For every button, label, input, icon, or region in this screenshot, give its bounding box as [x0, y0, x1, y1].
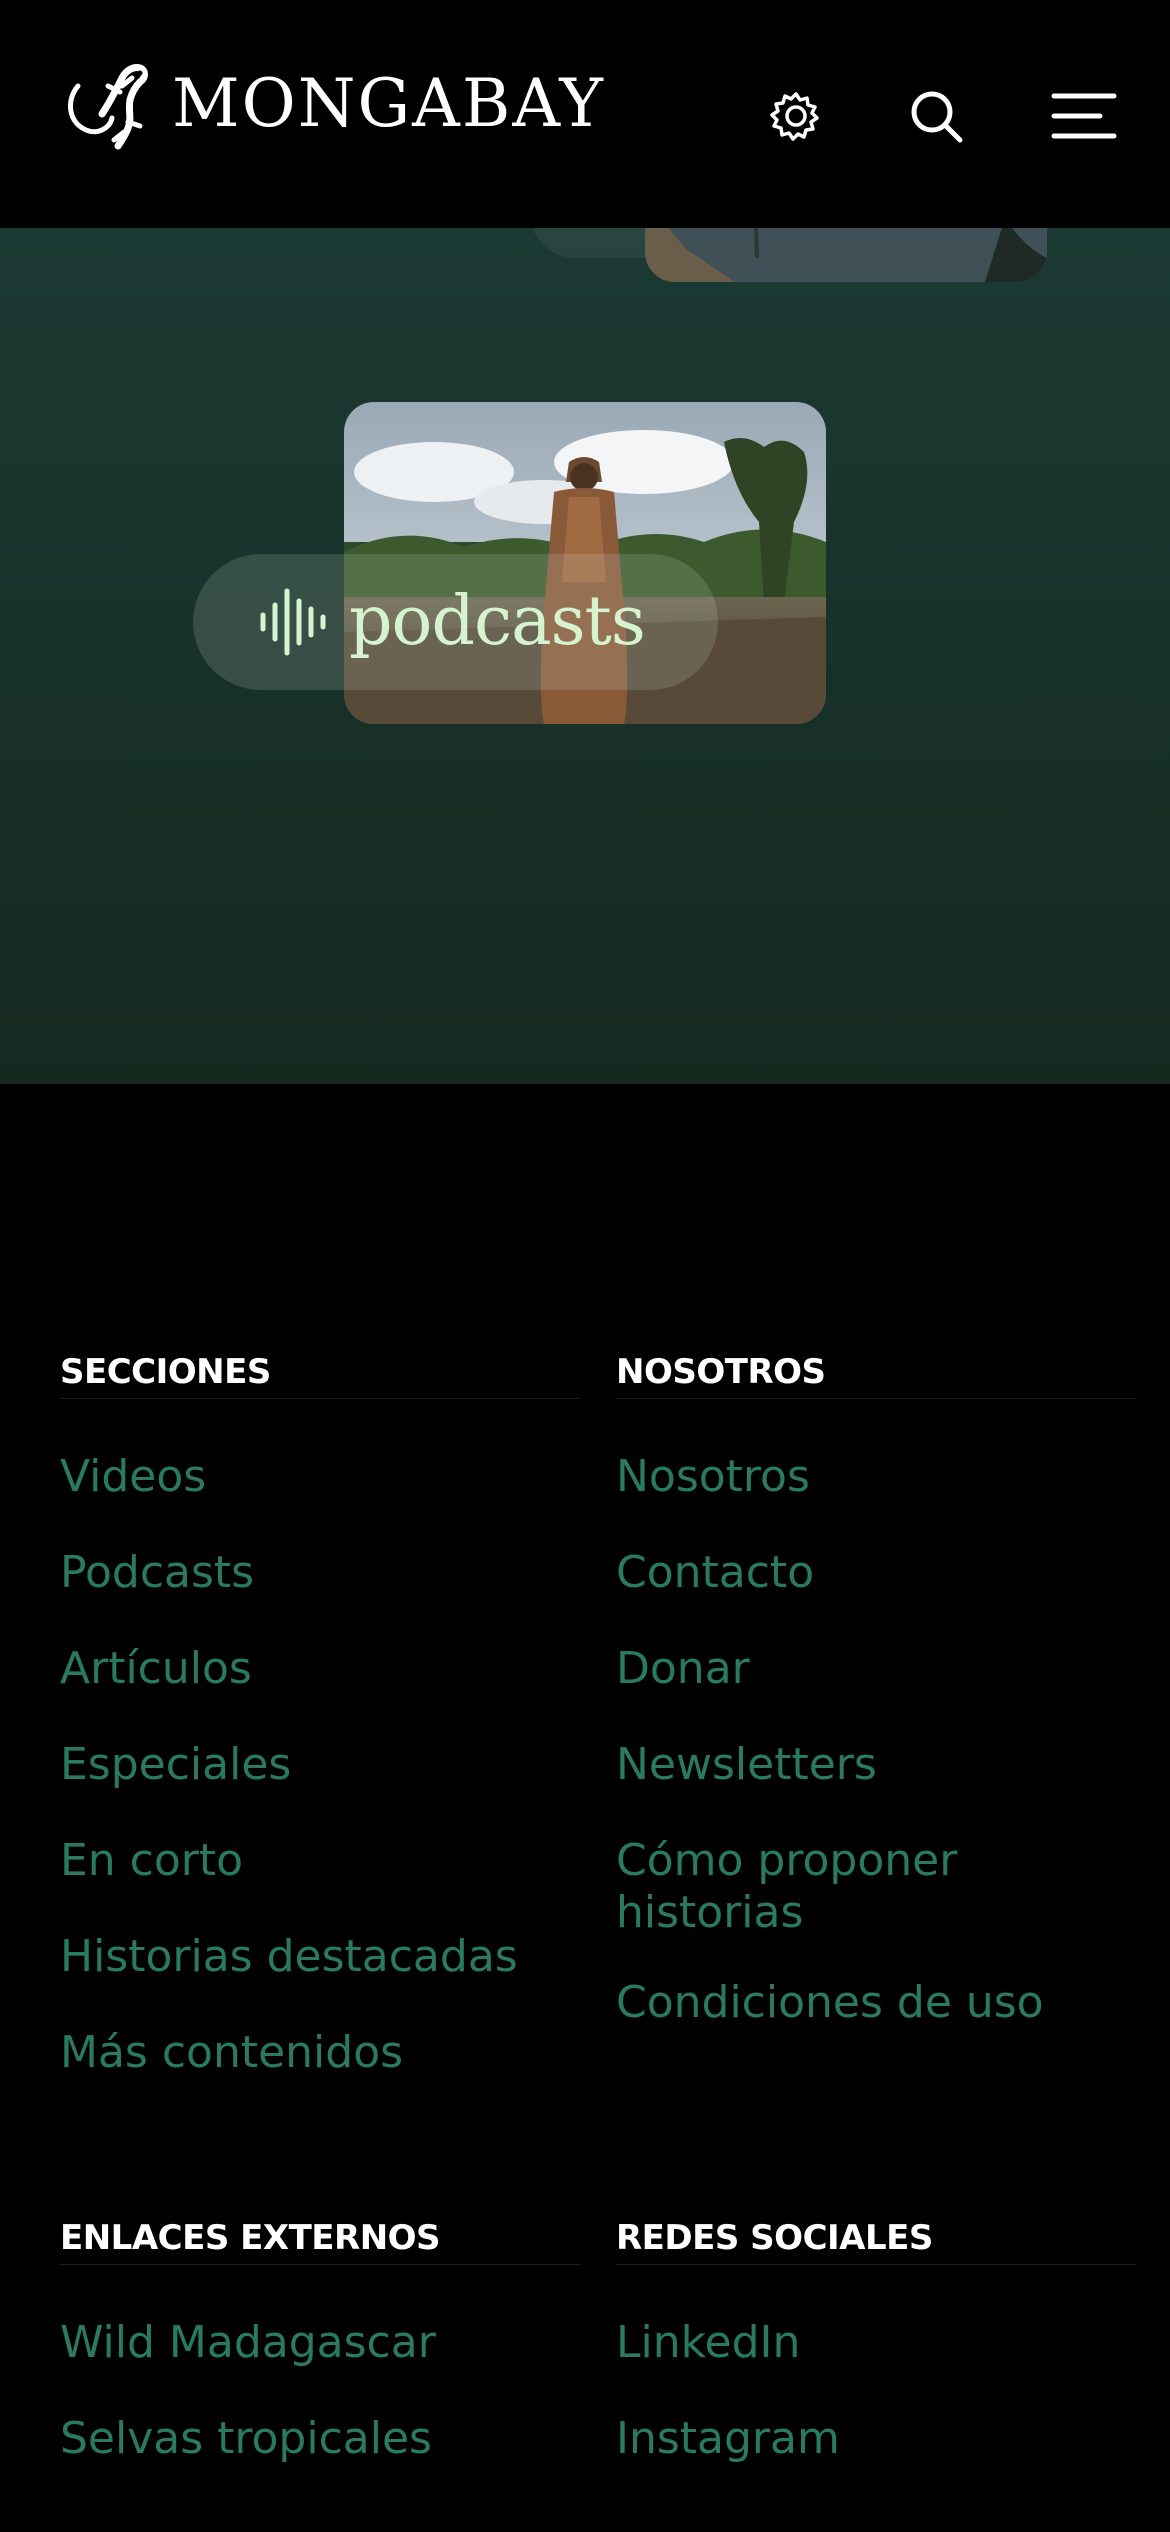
search-icon[interactable] — [904, 84, 968, 148]
sound-wave-icon — [260, 588, 326, 656]
footer-link-contacto[interactable]: Contacto — [616, 1547, 1136, 1599]
gear-icon[interactable] — [764, 84, 828, 148]
footer-link-donar[interactable]: Donar — [616, 1643, 1136, 1695]
footer-link-condiciones-de-uso[interactable]: Condiciones de uso — [616, 1977, 1136, 2029]
footer-link-podcasts[interactable]: Podcasts — [60, 1547, 580, 1599]
section-heading: REDES SOCIALES — [616, 2212, 1136, 2265]
section-heading: NOSOTROS — [616, 1346, 1136, 1399]
hamburger-menu-icon[interactable] — [1050, 84, 1118, 148]
footer-link-articulos[interactable]: Artículos — [60, 1643, 580, 1695]
section-heading: SECCIONES — [60, 1346, 580, 1399]
site-header: MONGABAY — [0, 0, 1170, 228]
podcasts-badge[interactable]: podcasts — [193, 554, 718, 690]
hero-section: podcasts — [0, 228, 1170, 1084]
footer-link-en-corto[interactable]: En corto — [60, 1835, 580, 1887]
footer-column-nosotros: NOSOTROS Nosotros Contacto Donar Newslet… — [616, 1346, 1136, 2073]
footer-column-enlaces-externos: ENLACES EXTERNOS Wild Madagascar Selvas … — [60, 2212, 580, 2509]
footer-link-videos[interactable]: Videos — [60, 1451, 580, 1503]
footer-link-especiales[interactable]: Especiales — [60, 1739, 580, 1791]
footer-link-newsletters[interactable]: Newsletters — [616, 1739, 1136, 1791]
footer-column-redes-sociales: REDES SOCIALES LinkedIn Instagram — [616, 2212, 1136, 2509]
footer-link-instagram[interactable]: Instagram — [616, 2413, 1136, 2465]
site-footer: SECCIONES Videos Podcasts Artículos Espe… — [0, 1084, 1170, 2532]
footer-link-nosotros[interactable]: Nosotros — [616, 1451, 1136, 1503]
gecko-logo-icon — [68, 64, 148, 150]
footer-link-mas-contenidos[interactable]: Más contenidos — [60, 2027, 580, 2079]
section-heading: ENLACES EXTERNOS — [60, 2212, 580, 2265]
footer-link-historias-destacadas[interactable]: Historias destacadas — [60, 1931, 580, 1983]
footer-link-como-proponer-historias[interactable]: Cómo proponer historias — [616, 1835, 1036, 1939]
brand-name: MONGABAY — [172, 65, 605, 142]
footer-column-secciones: SECCIONES Videos Podcasts Artículos Espe… — [60, 1346, 580, 2123]
footer-link-wild-madagascar[interactable]: Wild Madagascar — [60, 2317, 580, 2369]
carousel-image[interactable] — [645, 228, 1047, 282]
footer-link-selvas-tropicales[interactable]: Selvas tropicales — [60, 2413, 580, 2465]
brand-logo[interactable]: MONGABAY — [58, 56, 605, 152]
footer-link-linkedin[interactable]: LinkedIn — [616, 2317, 1136, 2369]
podcasts-label: podcasts — [349, 582, 646, 661]
